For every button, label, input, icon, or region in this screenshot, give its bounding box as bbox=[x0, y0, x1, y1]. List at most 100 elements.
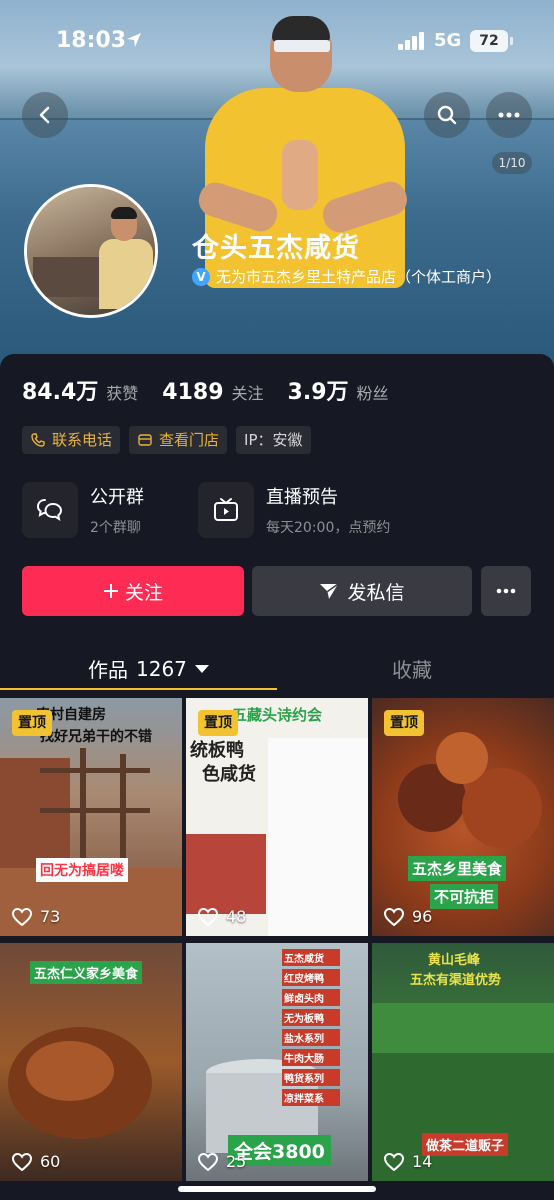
pinned-badge: 置顶 bbox=[12, 710, 52, 736]
more-options-button[interactable] bbox=[486, 92, 532, 138]
video-caption: 五杰乡里美食 bbox=[408, 856, 507, 881]
video-thumbnail[interactable]: 五杰仁义家乡美食 60 bbox=[0, 943, 182, 1181]
more-actions-button[interactable] bbox=[481, 566, 531, 616]
cover-page-indicator: 1/10 bbox=[492, 152, 532, 174]
public-group-entry[interactable]: 公开群 2个群聊 bbox=[22, 482, 144, 538]
heart-icon bbox=[384, 1152, 404, 1171]
video-thumbnail[interactable]: 黄山毛峰 五杰有渠道优势 做茶二道贩子 14 bbox=[372, 943, 554, 1181]
home-indicator[interactable] bbox=[178, 1186, 376, 1192]
search-icon bbox=[437, 105, 457, 125]
view-store-tag[interactable]: 查看门店 bbox=[129, 426, 228, 454]
avatar[interactable] bbox=[24, 184, 158, 318]
follow-label: 关注 bbox=[124, 581, 163, 604]
video-likes: 73 bbox=[12, 907, 60, 926]
cover-person-hands bbox=[282, 140, 318, 210]
active-tab-indicator bbox=[0, 688, 277, 690]
ip-location-label: IP：安徽 bbox=[244, 431, 303, 449]
video-caption: 找好兄弟干的不错 bbox=[40, 729, 152, 745]
ip-location-tag: IP：安徽 bbox=[236, 426, 311, 454]
plus-icon bbox=[103, 584, 118, 598]
back-button[interactable] bbox=[22, 92, 68, 138]
tab-works[interactable]: 作品 1267 bbox=[88, 654, 209, 683]
followers-label: 粉丝 bbox=[356, 384, 389, 403]
menu-item: 凉拌菜系 bbox=[282, 1089, 340, 1106]
heart-icon bbox=[12, 1152, 32, 1171]
verification-text: 无为市五杰乡里土特产品店（个体工商户） bbox=[216, 268, 502, 286]
menu-item: 红皮烤鸭 bbox=[282, 969, 340, 986]
follow-button[interactable]: 关注 bbox=[22, 566, 244, 616]
video-caption: 回无为搞居喽 bbox=[36, 858, 128, 882]
video-caption: 五杰有渠道优势 bbox=[410, 973, 502, 988]
chevron-left-icon bbox=[39, 106, 50, 124]
likes-label: 获赞 bbox=[106, 384, 139, 403]
following-label: 关注 bbox=[231, 384, 264, 403]
search-button[interactable] bbox=[424, 92, 470, 138]
video-likes-count: 96 bbox=[412, 907, 433, 926]
network-type: 5G bbox=[434, 30, 462, 51]
video-likes: 60 bbox=[12, 1152, 60, 1171]
contact-phone-label: 联系电话 bbox=[52, 431, 113, 449]
video-caption: 黄山毛峰 bbox=[428, 953, 481, 968]
tv-icon bbox=[214, 498, 238, 521]
send-message-button[interactable]: 发私信 bbox=[252, 566, 472, 616]
video-thumbnail[interactable]: 五藏头诗约会 统板鸭 色咸货 置顶 48 bbox=[186, 698, 368, 936]
video-likes: 96 bbox=[384, 907, 432, 926]
live-preview-subtitle: 每天20:00，点预约 bbox=[266, 520, 391, 536]
video-likes-count: 25 bbox=[226, 1152, 247, 1171]
heart-icon bbox=[384, 907, 404, 926]
verification-row[interactable]: V 无为市五杰乡里土特产品店（个体工商户） bbox=[192, 266, 501, 287]
video-likes-count: 14 bbox=[412, 1152, 433, 1171]
location-arrow-icon bbox=[127, 33, 141, 47]
menu-item: 无为板鸭 bbox=[282, 1009, 340, 1026]
likes-count[interactable]: 84.4万 bbox=[22, 374, 98, 406]
poster-sign-text: 统板鸭 bbox=[190, 740, 244, 761]
profile-stats: 84.4万 获赞 4189 关注 3.9万 粉丝 bbox=[22, 374, 413, 406]
battery-icon: 72 bbox=[470, 30, 513, 52]
caret-down-icon bbox=[194, 664, 209, 673]
live-preview-entry[interactable]: 直播预告 每天20:00，点预约 bbox=[198, 482, 390, 538]
video-caption: 五藏头诗约会 bbox=[232, 706, 323, 724]
profile-tags: 联系电话 查看门店 IP：安徽 bbox=[22, 426, 320, 454]
followers-count[interactable]: 3.9万 bbox=[288, 374, 349, 406]
public-group-title: 公开群 bbox=[90, 487, 144, 508]
tab-works-count: 1267 bbox=[136, 656, 187, 681]
live-preview-title: 直播预告 bbox=[266, 487, 338, 508]
ellipsis-icon bbox=[496, 588, 516, 594]
view-store-label: 查看门店 bbox=[159, 431, 220, 449]
heart-icon bbox=[198, 1152, 218, 1171]
video-thumbnail[interactable]: 五杰乡里美食 不可抗拒 置顶 96 bbox=[372, 698, 554, 936]
menu-item: 盐水系列 bbox=[282, 1029, 340, 1046]
heart-icon bbox=[198, 907, 218, 926]
video-likes-count: 48 bbox=[226, 907, 247, 926]
store-icon bbox=[138, 434, 152, 446]
menu-item: 五杰咸货 bbox=[282, 949, 340, 966]
video-likes-count: 60 bbox=[40, 1152, 61, 1171]
following-count[interactable]: 4189 bbox=[162, 380, 223, 405]
group-chat-icon-box bbox=[22, 482, 78, 538]
menu-item: 鸭货系列 bbox=[282, 1069, 340, 1086]
group-chat-icon bbox=[36, 499, 63, 522]
send-message-label: 发私信 bbox=[347, 581, 405, 604]
status-time: 18:03 bbox=[56, 28, 127, 53]
profile-panel: 84.4万 获赞 4189 关注 3.9万 粉丝 联系电话 查看门店 IP：安徽 bbox=[0, 354, 554, 1200]
tab-works-label: 作品 bbox=[88, 658, 128, 682]
video-thumbnail[interactable]: 农村自建房 找好兄弟干的不错 回无为搞居喽 置顶 73 bbox=[0, 698, 182, 936]
avatar-shelf bbox=[33, 257, 103, 297]
video-thumbnail[interactable]: 五杰咸货 红皮烤鸭 鲜卤头肉 无为板鸭 盐水系列 牛肉大肠 鸭货系列 凉拌菜系 … bbox=[186, 943, 368, 1181]
avatar-person-hair bbox=[111, 207, 137, 219]
menu-item: 鲜卤头肉 bbox=[282, 989, 340, 1006]
contact-phone-tag[interactable]: 联系电话 bbox=[22, 426, 121, 454]
status-bar: 18:03 5G 72 bbox=[0, 0, 554, 84]
content-tabs: 作品 1267 收藏 bbox=[0, 648, 554, 692]
poster-sign-text: 色咸货 bbox=[202, 764, 256, 785]
heart-icon bbox=[12, 907, 32, 926]
ellipsis-icon bbox=[498, 112, 520, 118]
verified-badge-icon: V bbox=[192, 267, 210, 286]
video-likes: 48 bbox=[198, 907, 246, 926]
video-likes: 25 bbox=[198, 1152, 246, 1171]
signal-icon bbox=[398, 32, 424, 50]
public-group-subtitle: 2个群聊 bbox=[90, 520, 141, 536]
menu-item: 牛肉大肠 bbox=[282, 1049, 340, 1066]
video-caption: 不可抗拒 bbox=[430, 884, 499, 909]
tab-favorites[interactable]: 收藏 bbox=[392, 654, 432, 683]
